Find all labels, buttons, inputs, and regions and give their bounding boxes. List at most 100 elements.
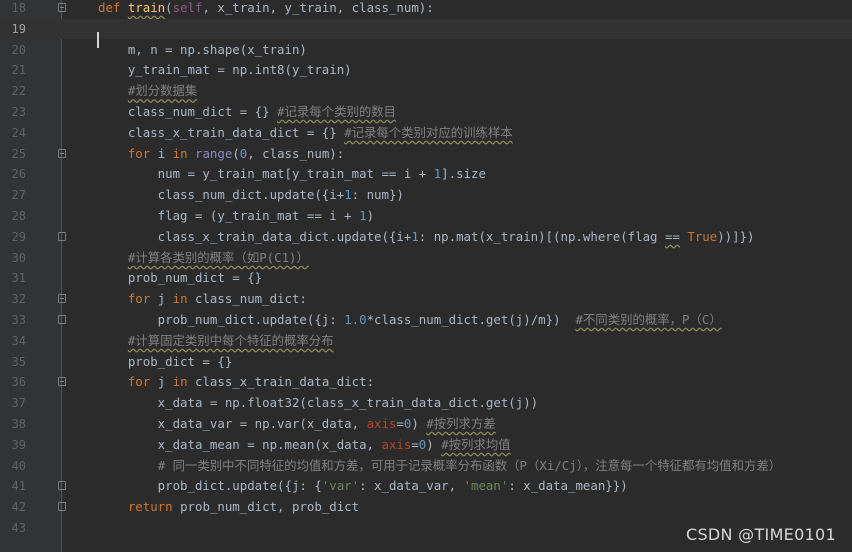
code-line[interactable]: 24 class_x_train_data_dict = {} #记录每个类别对… [0, 123, 852, 143]
code-text: m, n = np.shape(x_train) [98, 40, 307, 60]
code-text: class_x_train_data_dict.update({i+1: np.… [98, 227, 755, 247]
code-token: #按列求均值 [441, 436, 511, 452]
line-number: 29 [11, 229, 26, 244]
code-text: class_num_dict.update({i+1: num}) [98, 185, 404, 205]
line-number: 21 [11, 63, 26, 78]
code-text: x_data = np.float32(class_x_train_data_d… [98, 393, 538, 413]
code-token: in [172, 145, 195, 161]
code-token: #记录每个类别的数目 [277, 104, 397, 119]
code-token: = [396, 416, 404, 431]
fold-collapse-icon[interactable] [58, 148, 66, 158]
code-text: #计算各类别的概率（如P(C1)） [98, 248, 309, 268]
code-token: class_x_train_data_dict = {} [98, 124, 345, 140]
code-line[interactable]: 35 prob_dict = {} [0, 352, 852, 372]
code-line[interactable]: 22 #划分数据集 [0, 81, 852, 101]
code-line[interactable]: 37 x_data = np.float32(class_x_train_dat… [0, 393, 852, 413]
code-token: ) [411, 416, 427, 431]
code-line[interactable]: 40 # 同一类别中不同特征的均值和方差，可用于记录概率分布函数（P（Xi/Cj… [0, 456, 852, 476]
line-number: 42 [11, 500, 26, 515]
code-text: for j in class_num_dict: [98, 289, 307, 309]
code-line[interactable]: 26 num = y_train_mat[y_train_mat == i + … [0, 164, 852, 184]
code-token: axis [381, 436, 412, 452]
code-token: 1 [411, 228, 419, 244]
code-token: , class_num): [247, 145, 345, 161]
code-line[interactable]: 19 [0, 18, 852, 39]
code-token: ) [366, 208, 375, 223]
code-line[interactable]: 32 for j in class_num_dict: [0, 289, 852, 309]
code-line[interactable]: 34 #计算固定类别中每个特征的概率分布 [0, 331, 852, 351]
line-number: 30 [11, 250, 26, 265]
code-token: ( [165, 0, 173, 15]
code-line[interactable]: 21 y_train_mat = np.int8(y_train) [0, 60, 852, 80]
code-line[interactable]: 42 return prob_num_dict, prob_dict [0, 497, 852, 517]
code-text: class_num_dict = {} #记录每个类别的数目 [98, 102, 396, 122]
fold-collapse-icon[interactable] [58, 377, 66, 387]
code-token: class_num_dict = {} [98, 104, 278, 119]
code-line[interactable]: 36 for j in class_x_train_data_dict: [0, 372, 852, 392]
code-token: y_train_mat = np.int8(y_train) [98, 62, 352, 78]
code-line[interactable]: 33 prob_num_dict.update({j: 1.0*class_nu… [0, 310, 852, 330]
code-text: def train(self, x_train, y_train, class_… [98, 0, 434, 18]
watermark: CSDN @TIME0101 [685, 525, 836, 544]
fold-end-icon[interactable] [58, 231, 66, 241]
code-text: #计算固定类别中每个特征的概率分布 [98, 331, 334, 351]
code-token: in [172, 374, 195, 390]
code-token: ))]}) [717, 228, 755, 244]
code-text: y_train_mat = np.int8(y_train) [98, 60, 352, 80]
fold-end-icon[interactable] [58, 315, 66, 324]
line-number: 41 [11, 479, 26, 494]
code-token: j [157, 374, 173, 390]
line-number: 24 [11, 125, 26, 140]
line-number: 25 [11, 146, 26, 161]
line-number: 32 [11, 292, 26, 307]
code-token: flag = (y_train_mat == i + [98, 208, 360, 223]
code-token: j [157, 291, 173, 307]
code-line[interactable]: 20 m, n = np.shape(x_train) [0, 40, 852, 60]
code-token: 'mean' [463, 478, 509, 494]
fold-end-icon[interactable] [58, 502, 66, 512]
code-line[interactable]: 30 #计算各类别的概率（如P(C1)） [0, 248, 852, 268]
line-number: 20 [11, 42, 26, 57]
code-text: flag = (y_train_mat == i + 1) [98, 206, 374, 226]
code-line[interactable]: 41 prob_dict.update({j: {'var': x_data_v… [0, 476, 852, 496]
code-line[interactable]: 25 for i in range(0, class_num): [0, 144, 852, 164]
code-line[interactable]: 38 x_data_var = np.var(x_data, axis=0) #… [0, 414, 852, 434]
code-token: 1.0 [344, 312, 367, 327]
code-line[interactable]: 39 x_data_mean = np.mean(x_data, axis=0)… [0, 435, 852, 455]
code-text: prob_num_dict = {} [98, 268, 262, 288]
code-token: axis [366, 416, 397, 431]
line-number: 35 [11, 354, 26, 369]
code-token: i [157, 145, 173, 161]
line-number: 31 [11, 271, 26, 286]
code-line[interactable]: 28 flag = (y_train_mat == i + 1) [0, 206, 852, 226]
fold-collapse-icon[interactable] [58, 294, 66, 304]
code-token: train [127, 0, 166, 15]
code-token: in [172, 291, 195, 307]
code-token: #划分数据集 [127, 83, 198, 99]
code-token: m, n = np.shape(x_train) [98, 41, 307, 57]
code-editor[interactable]: 18 def train(self, x_train, y_train, clas… [0, 0, 852, 552]
code-text: #划分数据集 [98, 81, 197, 101]
code-token: for [127, 374, 158, 390]
line-number: 38 [11, 417, 26, 431]
code-token: class_num_dict.update({i+ [98, 187, 345, 203]
code-token: #计算固定类别中每个特征的概率分布 [127, 332, 334, 348]
code-line[interactable]: 31 prob_num_dict = {} [0, 268, 852, 288]
code-token: class_num_dict: [195, 291, 307, 307]
code-token: num = y_train_mat[y_train_mat == i + [98, 166, 434, 182]
code-line[interactable]: 18 def train(self, x_train, y_train, clas… [0, 0, 852, 18]
line-number: 34 [11, 333, 26, 348]
line-number: 26 [11, 167, 26, 182]
code-line[interactable]: 29 class_x_train_data_dict.update({i+1: … [0, 227, 852, 247]
fold-end-icon[interactable] [58, 481, 66, 491]
code-line[interactable]: 23 class_num_dict = {} #记录每个类别的数目 [0, 102, 852, 122]
fold-collapse-icon[interactable] [58, 3, 66, 12]
line-number: 19 [11, 21, 26, 36]
code-token: # 同一类别中不同特征的均值和方差，可用于记录概率分布函数（P（Xi/Cj），注… [157, 457, 782, 473]
code-line[interactable]: 27 class_num_dict.update({i+1: num}) [0, 185, 852, 205]
code-token: 1 [359, 208, 367, 223]
